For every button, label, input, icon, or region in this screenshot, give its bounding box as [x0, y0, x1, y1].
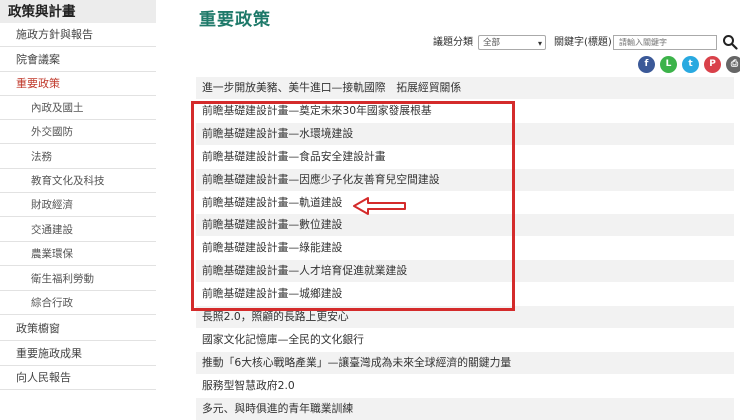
sidebar-item[interactable]: 綜合行政 [0, 291, 156, 315]
page-title: 重要政策 [199, 10, 271, 30]
arrow-left-icon [353, 197, 406, 215]
keyword-input[interactable] [613, 35, 717, 50]
twitter-icon[interactable]: t [682, 56, 699, 73]
sidebar-item[interactable]: 政策櫥窗 [0, 317, 156, 341]
category-label: 議題分類 [433, 37, 473, 48]
policy-link[interactable]: 服務型智慧政府2.0 [196, 375, 734, 397]
policy-link[interactable]: 進一步開放美豬、美牛進口—接軌國際 拓展經貿關係 [196, 77, 734, 99]
line-icon[interactable]: L [660, 56, 677, 73]
sidebar-item[interactable]: 內政及國土 [0, 96, 156, 120]
sidebar-item[interactable]: 法務 [0, 145, 156, 169]
print-icon[interactable]: ⎙ [726, 56, 740, 73]
sidebar-item[interactable]: 教育文化及科技 [0, 169, 156, 193]
chevron-down-icon: ▾ [537, 39, 542, 48]
plurk-icon[interactable]: P [704, 56, 721, 73]
category-select[interactable]: 全部 ▾ [478, 35, 546, 50]
sidebar-item[interactable]: 衛生福利勞動 [0, 267, 156, 291]
sidebar-item[interactable]: 農業環保 [0, 242, 156, 266]
sidebar: 政策與計畫 施政方針與報告 院會議案 重要政策 內政及國土 外交國防 法務 教育文化及科技財… [0, 0, 156, 420]
search-icon[interactable] [722, 34, 738, 50]
category-select-value: 全部 [483, 38, 501, 48]
sidebar-item[interactable]: 財政經濟 [0, 193, 156, 217]
keyword-label: 關鍵字(標題) [554, 37, 612, 48]
policy-link[interactable]: 推動「6大核心戰略產業」—讓臺灣成為未來全球經濟的關鍵力量 [196, 351, 734, 374]
sidebar-item[interactable]: 院會議案 [0, 48, 156, 72]
sidebar-item[interactable]: 重要政策 [0, 72, 156, 96]
sidebar-item[interactable]: 施政方針與報告 [0, 23, 156, 47]
facebook-icon[interactable]: f [638, 56, 655, 73]
policy-link[interactable]: 國家文化記憶庫—全民的文化銀行 [196, 329, 734, 351]
sidebar-item[interactable]: 外交國防 [0, 120, 156, 144]
sidebar-header: 政策與計畫 [0, 0, 156, 23]
sidebar-item[interactable]: 向人民報告 [0, 366, 156, 390]
sidebar-item[interactable]: 重要施政成果 [0, 342, 156, 366]
policy-link[interactable]: 多元、與時俱進的青年職業訓練 [196, 397, 734, 420]
sidebar-item[interactable]: 交通建設 [0, 218, 156, 242]
